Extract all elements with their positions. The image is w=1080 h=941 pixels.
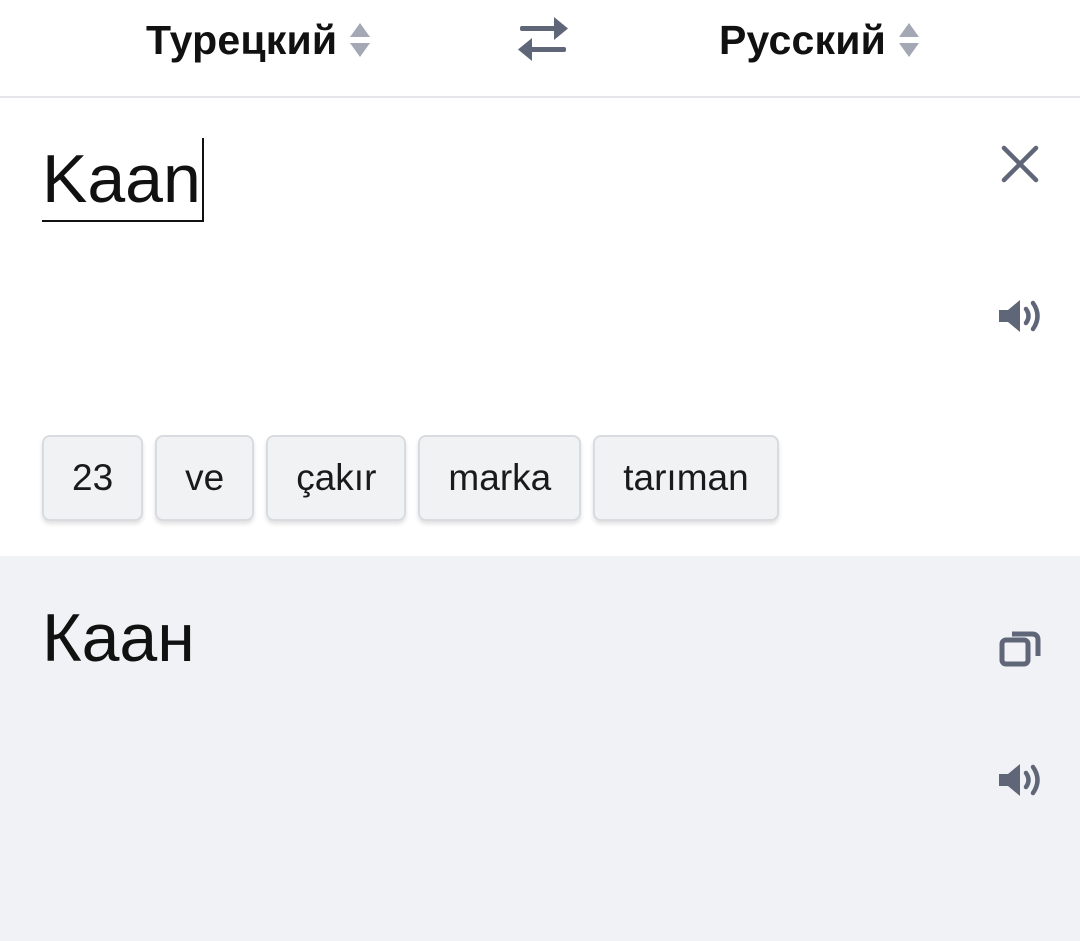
text-caret xyxy=(201,138,204,220)
suggestion-chip[interactable]: marka xyxy=(418,435,582,521)
translation-text: Каан xyxy=(42,600,195,676)
speaker-icon xyxy=(999,764,1040,796)
target-language-label: Русский xyxy=(719,16,887,63)
suggestion-chip[interactable]: 23 xyxy=(42,435,144,521)
close-icon xyxy=(1001,145,1039,183)
swap-languages-button[interactable] xyxy=(514,14,572,64)
language-bar: Турецкий Русский xyxy=(0,0,1080,98)
sort-updown-icon xyxy=(350,23,371,57)
copy-icon xyxy=(999,631,1041,667)
translation-panel: Каан xyxy=(0,556,1080,941)
source-speak-button[interactable] xyxy=(996,296,1046,336)
source-text-input[interactable]: Kaan xyxy=(42,138,204,222)
copy-translation-button[interactable] xyxy=(996,626,1044,670)
word-suggestions: 23 ve çakır marka tarıman xyxy=(42,435,779,521)
source-language-selector[interactable]: Турецкий xyxy=(146,0,373,80)
target-language-selector[interactable]: Русский xyxy=(719,0,922,80)
source-language-label: Турецкий xyxy=(146,16,338,63)
source-panel: Kaan 23 ve çakır marka tarıman xyxy=(0,98,1080,556)
speaker-icon xyxy=(999,300,1040,332)
swap-arrows-icon xyxy=(518,17,568,61)
suggestion-chip[interactable]: tarıman xyxy=(593,435,779,521)
clear-text-button[interactable] xyxy=(996,140,1044,188)
translation-speak-button[interactable] xyxy=(996,760,1046,800)
suggestion-chip[interactable]: ve xyxy=(155,435,255,521)
suggestion-chip[interactable]: çakır xyxy=(266,435,407,521)
sort-updown-icon xyxy=(899,23,920,57)
source-text-value: Kaan xyxy=(42,141,201,217)
